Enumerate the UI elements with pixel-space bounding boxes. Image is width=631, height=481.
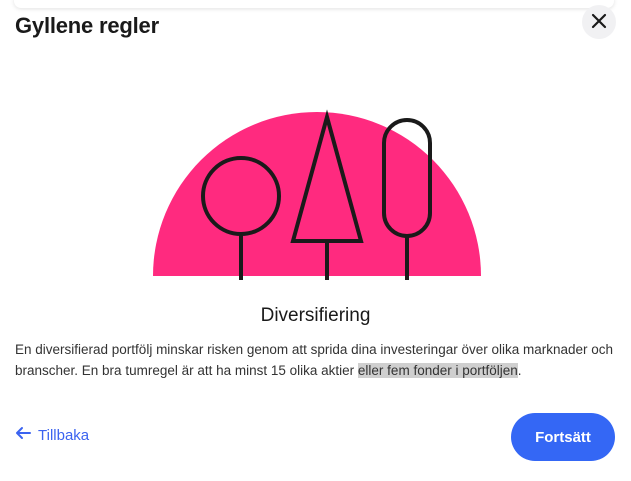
back-link[interactable]: Tillbaka [15, 426, 89, 444]
description-main: En diversifierad portfölj minskar risken… [15, 342, 614, 378]
close-button[interactable] [582, 5, 616, 39]
continue-button[interactable]: Fortsätt [511, 413, 615, 461]
top-bar [14, 0, 614, 8]
description-text: En diversifierad portfölj minskar risken… [15, 339, 615, 381]
modal-title: Gyllene regler [15, 13, 159, 38]
back-label: Tillbaka [38, 426, 90, 444]
description-end: . [517, 363, 522, 378]
close-icon [591, 13, 607, 32]
arrow-left-icon [15, 426, 31, 444]
description-highlighted: eller fem fonder i portföljen [357, 363, 518, 378]
section-heading: Diversifiering [260, 305, 371, 326]
trees-illustration [150, 108, 484, 280]
